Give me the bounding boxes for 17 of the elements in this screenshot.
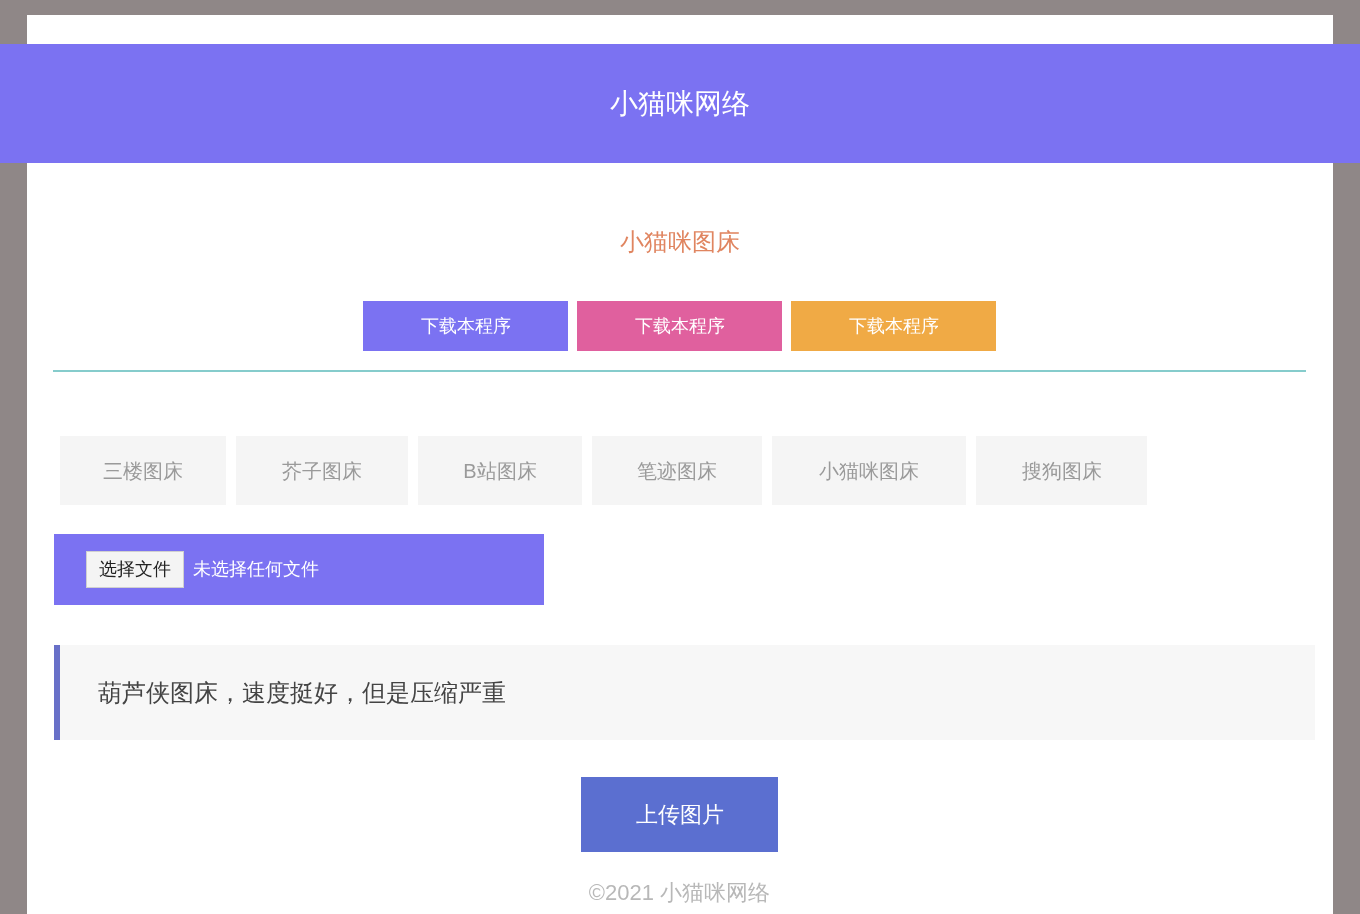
host-tab[interactable]: 小猫咪图床 (772, 436, 966, 505)
download-button[interactable]: 下载本程序 (577, 301, 782, 351)
notice-text: 葫芦侠图床，速度挺好，但是压缩严重 (98, 677, 506, 708)
file-picker[interactable]: 选择文件 未选择任何文件 (54, 534, 544, 605)
host-tab[interactable]: 三楼图床 (60, 436, 226, 505)
page-subtitle: 小猫咪图床 (619, 228, 740, 256)
download-button[interactable]: 下载本程序 (791, 301, 996, 351)
file-status-text: 未选择任何文件 (193, 558, 319, 581)
site-title: 小猫咪网络 (610, 89, 750, 118)
upload-button[interactable]: 上传图片 (581, 777, 778, 852)
download-button[interactable]: 下载本程序 (363, 301, 568, 351)
footer-copyright: ©2021 小猫咪网络 (588, 880, 771, 906)
host-tab[interactable]: 搜狗图床 (976, 436, 1147, 505)
host-tab[interactable]: 笔迹图床 (592, 436, 762, 505)
choose-file-button[interactable]: 选择文件 (86, 551, 184, 588)
host-tab[interactable]: 芥子图床 (236, 436, 408, 505)
host-tab[interactable]: B站图床 (418, 436, 582, 505)
